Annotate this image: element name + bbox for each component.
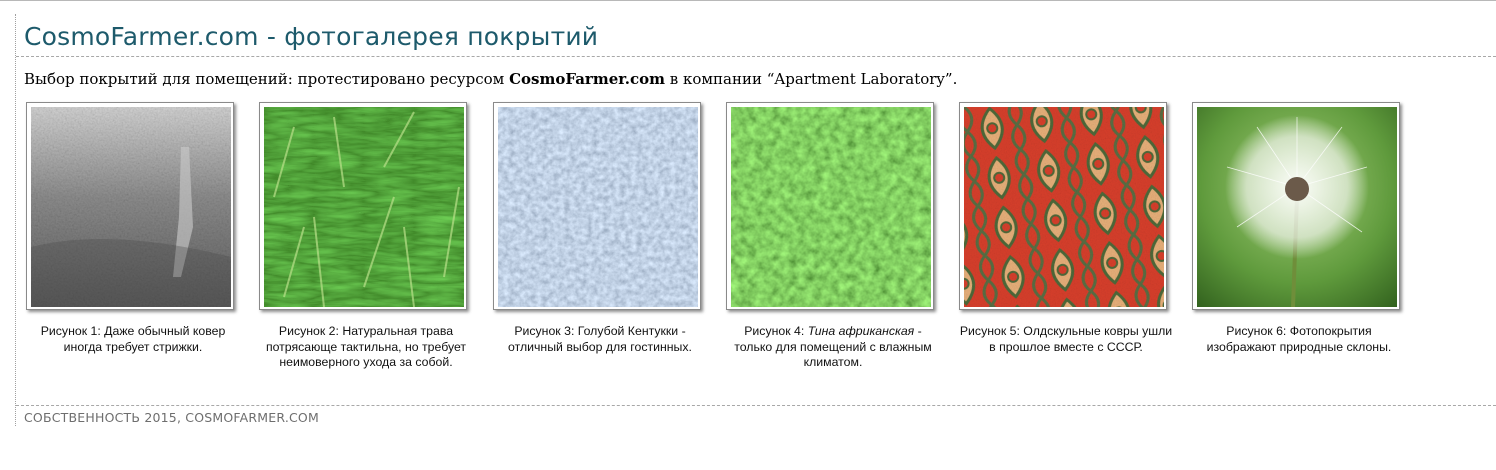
intro-before: Выбор покрытий для помещений: протестиро… <box>24 70 510 88</box>
intro-after: в компании “Apartment Laboratory”. <box>665 70 958 88</box>
caption-text: Рисунок 3: Голубой Кентукки - отличный в… <box>508 324 692 354</box>
caption-text: Рисунок 1: Даже обычный ковер иногда тре… <box>40 324 226 354</box>
dandelion-image <box>1197 107 1397 307</box>
gallery-caption-6: Рисунок 6: Фотопокрытия изображают приро… <box>1192 324 1406 355</box>
caption-text: Рисунок 4: <box>744 324 808 338</box>
gallery-caption-5: Рисунок 5: Олдскульные ковры ушли в прош… <box>959 324 1173 355</box>
gallery-photo-2[interactable] <box>259 102 467 310</box>
caption-text: Рисунок 2: Натуральная трава потрясающе … <box>265 324 467 369</box>
gallery-photo-4[interactable] <box>726 102 934 310</box>
header-divider <box>16 56 1496 57</box>
top-border-line <box>0 0 1496 1</box>
gallery-photo-5[interactable] <box>959 102 1167 310</box>
gallery-caption-1: Рисунок 1: Даже обычный ковер иногда тре… <box>26 324 240 355</box>
footer-copyright: СОБСТВЕННОСТЬ 2015, COSMOFARMER.COM <box>24 410 319 425</box>
gallery-caption-3: Рисунок 3: Голубой Кентукки - отличный в… <box>493 324 707 355</box>
footer-divider <box>16 405 1496 406</box>
intro-brand: CosmoFarmer.com <box>509 70 665 88</box>
gallery-photo-1[interactable] <box>26 102 234 310</box>
gallery-caption-4: Рисунок 4: Тина африканская - только для… <box>726 324 940 371</box>
page-title: CosmoFarmer.com - фотогалерея покрытий <box>24 22 599 51</box>
caption-emphasis: Тина африканская <box>807 324 915 338</box>
caption-text: Рисунок 5: Олдскульные ковры ушли в прош… <box>959 324 1173 354</box>
gray-carpet-image <box>31 107 231 307</box>
intro-text: Выбор покрытий для помещений: протестиро… <box>24 70 957 88</box>
oldschool-rug-image <box>964 107 1164 307</box>
gallery-photo-6[interactable] <box>1192 102 1400 310</box>
gallery-caption-2: Рисунок 2: Натуральная трава потрясающе … <box>259 324 473 371</box>
blue-kentucky-image <box>498 107 698 307</box>
gallery-photo-3[interactable] <box>493 102 701 310</box>
african-moss-image <box>731 107 931 307</box>
caption-text: Рисунок 6: Фотопокрытия изображают приро… <box>1206 324 1392 354</box>
natural-grass-image <box>264 107 464 307</box>
